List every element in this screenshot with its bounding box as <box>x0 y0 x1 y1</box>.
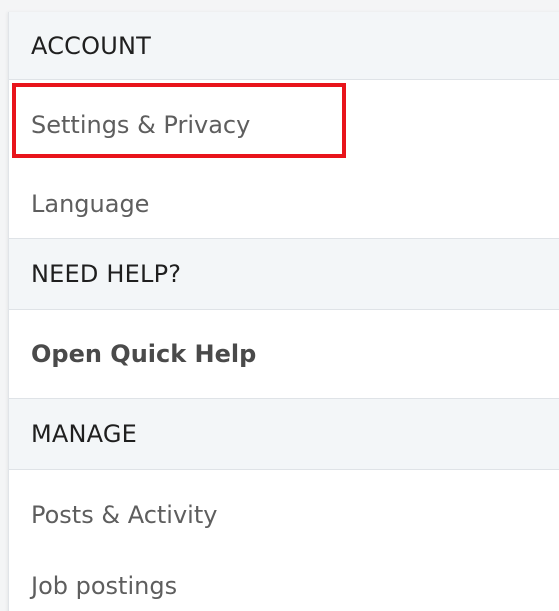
language-label: Language <box>31 190 150 218</box>
language-menu-item[interactable]: Language <box>9 170 559 238</box>
job-postings-label: Job postings <box>31 572 178 600</box>
manage-header-label: MANAGE <box>31 420 138 448</box>
settings-privacy-menu-item[interactable]: Settings & Privacy <box>9 80 559 170</box>
open-quick-help-label: Open Quick Help <box>31 340 257 368</box>
job-postings-menu-item[interactable]: Job postings <box>9 552 559 611</box>
open-quick-help-menu-item[interactable]: Open Quick Help <box>9 310 559 398</box>
account-menu-panel: ACCOUNT Settings & Privacy Language NEED… <box>8 12 559 611</box>
account-section-header: ACCOUNT <box>9 12 559 80</box>
help-header-label: NEED HELP? <box>31 260 182 288</box>
settings-privacy-label: Settings & Privacy <box>31 111 251 139</box>
posts-activity-menu-item[interactable]: Posts & Activity <box>9 470 559 560</box>
screenshot-frame: ACCOUNT Settings & Privacy Language NEED… <box>0 0 559 611</box>
manage-section-header: MANAGE <box>9 398 559 470</box>
account-header-label: ACCOUNT <box>31 31 151 60</box>
posts-activity-label: Posts & Activity <box>31 501 218 529</box>
help-section-header: NEED HELP? <box>9 238 559 310</box>
